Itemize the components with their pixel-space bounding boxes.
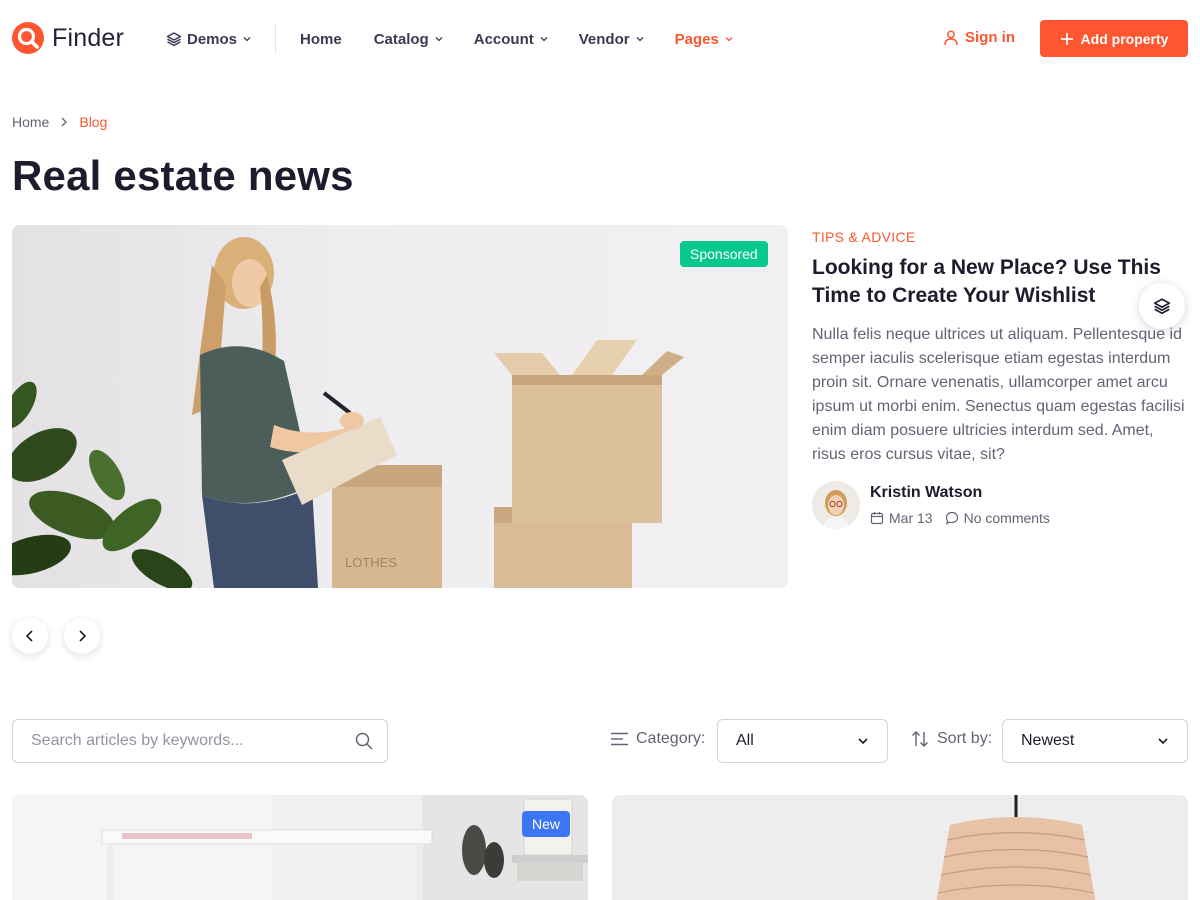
signin-link[interactable]: Sign in <box>944 29 1015 46</box>
post-excerpt: Nulla felis neque ultrices ut aliquam. P… <box>812 326 1185 463</box>
nav-divider <box>275 24 277 54</box>
page-title: Real estate news <box>12 152 354 199</box>
chat-icon <box>945 511 958 525</box>
post-meta: Mar 13 No comments <box>870 510 1050 526</box>
chevron-down-icon <box>243 37 251 42</box>
chevron-right-icon <box>79 630 87 642</box>
logo-text: Finder <box>52 23 125 52</box>
post-title[interactable]: Looking for a New Place? Use This Time t… <box>812 254 1190 310</box>
new-badge: New <box>522 811 571 837</box>
logo[interactable]: Finder <box>12 22 124 54</box>
featured-post: Tips & Advice Looking for a New Place? U… <box>812 229 1190 529</box>
author-row: Kristin Watson Mar 13 No comments <box>812 481 1190 529</box>
sort-select-value: Newest <box>1021 732 1075 749</box>
nav-demos[interactable]: Demos <box>166 31 252 48</box>
nav-catalog[interactable]: Catalog <box>374 31 444 48</box>
article-card-image[interactable] <box>612 795 1188 900</box>
add-property-button[interactable]: Add property <box>1040 20 1188 57</box>
sort-filter-label: Sort by: <box>911 730 992 748</box>
breadcrumb: Home Blog <box>12 114 107 130</box>
sort-label: Sort by: <box>937 730 993 747</box>
sort-arrows-icon <box>912 731 928 747</box>
user-icon <box>944 30 958 45</box>
post-date: Mar 13 <box>889 510 933 526</box>
calendar-icon <box>870 512 884 525</box>
chevron-down-icon <box>1158 738 1168 745</box>
chevron-left-icon <box>25 630 33 642</box>
nav-vendor-label: Vendor <box>578 30 630 48</box>
chevron-down-icon <box>725 37 733 42</box>
layers-icon <box>166 32 182 47</box>
site-header: Finder Demos Home Catalog Account Vendor… <box>0 0 1200 78</box>
main-nav: Demos Home Catalog Account Vendor Pages <box>166 24 734 54</box>
nav-home[interactable]: Home <box>300 31 342 48</box>
chevron-down-icon <box>540 37 548 42</box>
chevron-down-icon <box>858 738 868 745</box>
logo-search-icon <box>12 22 44 54</box>
author-name[interactable]: Kristin Watson <box>870 484 1050 502</box>
plus-icon <box>1060 32 1073 45</box>
nav-account[interactable]: Account <box>474 31 549 48</box>
chevron-right-icon <box>61 117 68 127</box>
signin-label: Sign in <box>965 29 1015 46</box>
featured-post-image[interactable]: LOTHES <box>12 225 788 588</box>
article-card-image[interactable] <box>12 795 588 900</box>
post-comments[interactable]: No comments <box>964 510 1050 526</box>
nav-demos-label: Demos <box>187 30 238 48</box>
author-avatar <box>812 481 860 529</box>
filter-lines-icon <box>611 732 628 746</box>
carousel-next-button[interactable] <box>64 618 100 654</box>
nav-catalog-label: Catalog <box>373 30 429 48</box>
chevron-down-icon <box>435 37 443 42</box>
chevron-down-icon <box>636 37 644 42</box>
nav-pages[interactable]: Pages <box>675 31 734 48</box>
search-input[interactable] <box>31 732 341 750</box>
carousel-prev-button[interactable] <box>12 618 48 654</box>
nav-vendor[interactable]: Vendor <box>579 31 645 48</box>
sort-select[interactable]: Newest <box>1002 719 1188 763</box>
category-label: Category: <box>636 730 706 747</box>
search-box <box>12 719 388 763</box>
sponsored-badge: Sponsored <box>680 241 768 267</box>
nav-home-label: Home <box>300 30 342 48</box>
category-select-value: All <box>736 732 754 749</box>
add-property-label: Add property <box>1080 30 1169 47</box>
nav-account-label: Account <box>473 30 534 48</box>
post-category[interactable]: Tips & Advice <box>812 229 1190 245</box>
search-icon[interactable] <box>355 732 373 750</box>
svg-text:LOTHES: LOTHES <box>345 555 397 570</box>
breadcrumb-current: Blog <box>79 114 108 130</box>
demos-float-button[interactable] <box>1139 283 1185 329</box>
breadcrumb-home[interactable]: Home <box>12 114 49 130</box>
category-select[interactable]: All <box>717 719 888 763</box>
nav-pages-label: Pages <box>674 30 719 48</box>
layers-icon <box>1153 298 1171 315</box>
category-filter-label: Category: <box>611 730 705 748</box>
